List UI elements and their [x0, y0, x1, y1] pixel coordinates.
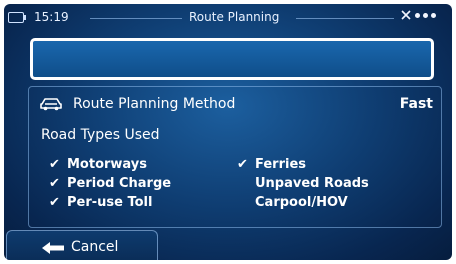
cancel-button-label: Cancel [71, 239, 119, 255]
cancel-button[interactable]: Cancel [6, 230, 158, 260]
route-method-row[interactable]: Route Planning Method Fast [35, 95, 435, 113]
check-icon: ✔ [237, 157, 248, 172]
car-icon [40, 98, 62, 111]
road-type-label: Per-use Toll [67, 195, 153, 210]
gps-dot [431, 12, 436, 18]
route-settings-panel: Route Planning Method Fast Road Types Us… [28, 86, 442, 228]
road-type-unpaved-roads[interactable]: Unpaved Roads [237, 174, 369, 193]
gps-dot [423, 12, 428, 18]
road-type-label: Unpaved Roads [255, 176, 369, 191]
satellite-icon [401, 10, 411, 20]
road-types-column-2: ✔ Ferries Unpaved Roads Carpool/HOV [237, 155, 369, 212]
arrow-left-icon [42, 242, 64, 254]
check-icon: ✔ [49, 157, 60, 172]
road-types-heading: Road Types Used [41, 127, 160, 143]
road-type-per-use-toll[interactable]: ✔ Per-use Toll [49, 193, 171, 212]
road-type-label: Period Charge [67, 176, 172, 191]
status-bar: 15:19 Route Planning [4, 4, 452, 30]
check-icon: ✔ [49, 176, 60, 191]
search-input[interactable] [30, 38, 434, 80]
status-left: 15:19 [8, 10, 69, 24]
screen-title: Route Planning [189, 10, 280, 24]
route-method-value: Fast [399, 96, 433, 112]
gps-dot [415, 12, 420, 18]
check-icon: ✔ [49, 195, 60, 210]
title-rule-left [90, 18, 182, 19]
road-type-label: Carpool/HOV [255, 195, 348, 210]
road-type-carpool-hov[interactable]: Carpool/HOV [237, 193, 369, 212]
road-type-period-charge[interactable]: ✔ Period Charge [49, 174, 171, 193]
gps-status[interactable] [400, 9, 436, 21]
gps-dots [415, 12, 436, 18]
road-type-ferries[interactable]: ✔ Ferries [237, 155, 369, 174]
road-type-label: Ferries [255, 157, 307, 172]
road-types-column-1: ✔ Motorways ✔ Period Charge ✔ Per-use To… [49, 155, 171, 212]
battery-icon [8, 11, 26, 23]
road-type-motorways[interactable]: ✔ Motorways [49, 155, 171, 174]
clock: 15:19 [34, 10, 69, 24]
road-type-label: Motorways [67, 157, 148, 172]
route-planning-screen: 15:19 Route Planning Route Planning Meth… [4, 4, 452, 260]
title-rule-right [296, 18, 394, 19]
route-method-label: Route Planning Method [73, 96, 236, 112]
